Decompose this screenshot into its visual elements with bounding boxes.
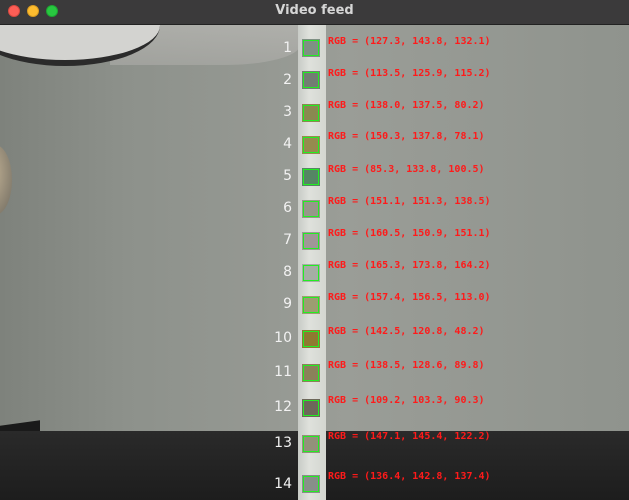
row-index-label: 6 bbox=[283, 200, 292, 216]
sample-box bbox=[303, 137, 319, 153]
row-index-label: 7 bbox=[283, 232, 292, 248]
window-title: Video feed bbox=[275, 3, 354, 18]
rgb-readout: RGB = (136.4, 142.8, 137.4) bbox=[328, 471, 491, 482]
rgb-readout: RGB = (109.2, 103.3, 90.3) bbox=[328, 395, 485, 406]
row-index-label: 1 bbox=[283, 40, 292, 56]
row-index-label: 13 bbox=[274, 435, 292, 451]
sample-box bbox=[303, 265, 319, 281]
sample-box bbox=[303, 105, 319, 121]
rgb-readout: RGB = (127.3, 143.8, 132.1) bbox=[328, 36, 491, 47]
sample-box bbox=[303, 365, 319, 381]
row-index-label: 9 bbox=[283, 296, 292, 312]
sample-box bbox=[303, 297, 319, 313]
row-index-label: 10 bbox=[274, 330, 292, 346]
rgb-readout: RGB = (138.5, 128.6, 89.8) bbox=[328, 360, 485, 371]
row-index-label: 8 bbox=[283, 264, 292, 280]
sample-box bbox=[303, 201, 319, 217]
sample-box bbox=[303, 40, 319, 56]
rgb-readout: RGB = (165.3, 173.8, 164.2) bbox=[328, 260, 491, 271]
sample-box bbox=[303, 331, 319, 347]
rgb-readout: RGB = (113.5, 125.9, 115.2) bbox=[328, 68, 491, 79]
row-index-label: 12 bbox=[274, 399, 292, 415]
video-frame: 1 RGB = (127.3, 143.8, 132.1) 2 RGB = (113.… bbox=[0, 25, 629, 500]
row-index-label: 3 bbox=[283, 104, 292, 120]
row-index-label: 2 bbox=[283, 72, 292, 88]
sample-box bbox=[303, 476, 319, 492]
round-object bbox=[0, 145, 12, 215]
row-index-label: 11 bbox=[274, 364, 292, 380]
sample-box bbox=[303, 169, 319, 185]
rgb-readout: RGB = (85.3, 133.8, 100.5) bbox=[328, 164, 485, 175]
video-feed-window: Video feed 1 RGB = (127.3, 143.8, 132.1) 2… bbox=[0, 0, 629, 500]
rgb-readout: RGB = (147.1, 145.4, 122.2) bbox=[328, 431, 491, 442]
rgb-readout: RGB = (142.5, 120.8, 48.2) bbox=[328, 326, 485, 337]
test-strip bbox=[298, 25, 326, 500]
rgb-readout: RGB = (160.5, 150.9, 151.1) bbox=[328, 228, 491, 239]
sample-box bbox=[303, 233, 319, 249]
sample-box bbox=[303, 72, 319, 88]
row-index-label: 4 bbox=[283, 136, 292, 152]
sample-box bbox=[303, 400, 319, 416]
row-index-label: 5 bbox=[283, 168, 292, 184]
row-index-label: 14 bbox=[274, 476, 292, 492]
rgb-readout: RGB = (151.1, 151.3, 138.5) bbox=[328, 196, 491, 207]
rgb-readout: RGB = (157.4, 156.5, 113.0) bbox=[328, 292, 491, 303]
sample-box bbox=[303, 436, 319, 452]
title-bar[interactable]: Video feed bbox=[0, 0, 629, 25]
rgb-readout: RGB = (138.0, 137.5, 80.2) bbox=[328, 100, 485, 111]
rgb-readout: RGB = (150.3, 137.8, 78.1) bbox=[328, 131, 485, 142]
